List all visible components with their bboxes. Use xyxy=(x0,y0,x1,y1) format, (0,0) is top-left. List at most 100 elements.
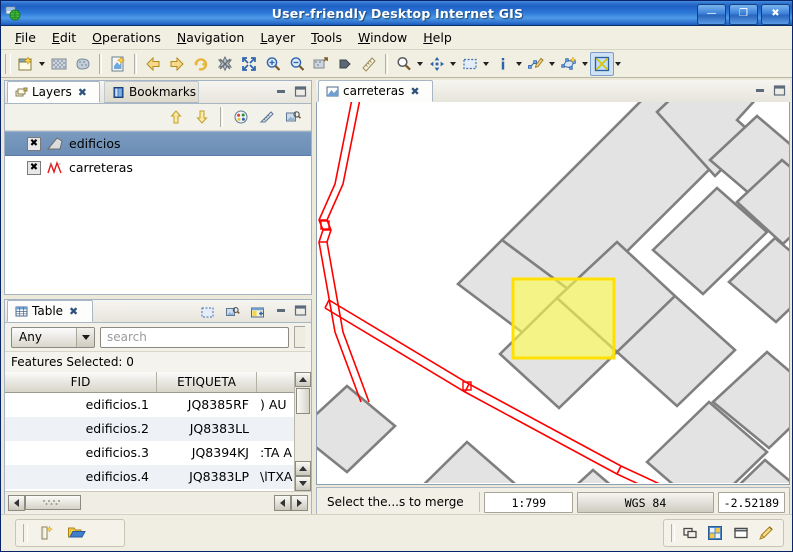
new-view-dropdown-caret[interactable] xyxy=(39,61,45,66)
table-row[interactable]: edificios.3 JQ8394KJ :TA A xyxy=(5,441,295,465)
map-canvas[interactable] xyxy=(316,102,790,485)
menu-edit[interactable]: Edit xyxy=(44,28,84,47)
new-window-icon[interactable] xyxy=(732,521,750,545)
table-row[interactable]: edificios.4 JQ8383LP \lTXA xyxy=(5,465,295,489)
minimize-button[interactable]: — xyxy=(697,4,726,25)
insert-geometry-dropdown-caret[interactable] xyxy=(582,61,588,66)
info-tool-dropdown-caret[interactable] xyxy=(516,61,522,66)
zoom-out-icon[interactable] xyxy=(285,52,309,76)
project-manager-icon[interactable] xyxy=(706,521,726,545)
raster-layer-icon[interactable] xyxy=(47,52,71,76)
layer-properties-icon[interactable] xyxy=(229,105,253,129)
layer-legend-icon[interactable] xyxy=(255,105,279,129)
h-scroll-thumb[interactable] xyxy=(25,495,81,510)
bottom-right-tray-grip[interactable] xyxy=(671,524,676,542)
layer-visibility-checkbox-edificios[interactable]: ✖ xyxy=(27,136,41,151)
map-view-maximize-button[interactable] xyxy=(773,84,786,97)
insert-geometry-icon[interactable] xyxy=(557,52,581,76)
vector-layer-icon[interactable] xyxy=(71,52,95,76)
zoom-in-icon[interactable] xyxy=(261,52,285,76)
inner-scroll-down-button[interactable] xyxy=(295,476,311,491)
menu-layer[interactable]: Layer xyxy=(252,28,303,47)
previous-extent-icon[interactable] xyxy=(141,52,165,76)
new-view-icon[interactable] xyxy=(14,52,38,76)
status-scale[interactable]: 1:799 xyxy=(484,491,574,513)
toolbar-grip[interactable] xyxy=(5,53,11,74)
menu-tools[interactable]: Tools xyxy=(303,28,350,47)
tab-layers[interactable]: Layers ✖ xyxy=(7,81,100,103)
column-header-etiqueta[interactable]: ETIQUETA xyxy=(157,372,257,392)
column-header-fid[interactable]: FID xyxy=(5,372,157,392)
info-tool-icon[interactable] xyxy=(491,52,515,76)
column-header-extra[interactable] xyxy=(257,372,295,392)
zoom-tool-icon[interactable] xyxy=(392,52,416,76)
zoom-to-layer-icon[interactable] xyxy=(281,105,305,129)
h-scroll-left-button[interactable] xyxy=(8,494,25,511)
search-input[interactable]: search xyxy=(100,326,289,348)
open-project-icon[interactable] xyxy=(64,521,88,545)
table-row[interactable]: edificios.5 JQ8384KH :TA A xyxy=(5,489,295,491)
zoom-full-extent-icon[interactable] xyxy=(237,52,261,76)
measure-icon[interactable] xyxy=(357,52,381,76)
tab-bookmarks[interactable]: Bookmarks xyxy=(104,81,199,103)
new-bookmark-icon[interactable] xyxy=(34,521,58,545)
tab-layers-close-icon[interactable]: ✖ xyxy=(78,86,87,99)
bottom-left-tray-grip[interactable] xyxy=(23,524,28,542)
new-document-icon[interactable] xyxy=(106,52,130,76)
table-panel-minimize-button[interactable] xyxy=(275,304,288,317)
table-horizontal-scrollbar[interactable] xyxy=(5,491,311,513)
h-scroll-right-button[interactable] xyxy=(291,494,308,511)
tab-table[interactable]: Table ✖ xyxy=(7,300,93,322)
tile-windows-icon[interactable] xyxy=(681,521,699,545)
move-layer-down-icon[interactable] xyxy=(190,105,214,129)
select-all-rows-icon[interactable] xyxy=(197,302,217,322)
scroll-thumb[interactable] xyxy=(296,388,310,414)
pan-tool-dropdown-caret[interactable] xyxy=(450,61,456,66)
search-options-button[interactable] xyxy=(294,326,305,348)
table-inner-vertical-scrollbar[interactable] xyxy=(295,461,311,491)
h-scroll-left-button-right[interactable] xyxy=(274,494,291,511)
modify-geometry-icon[interactable] xyxy=(590,51,614,76)
scroll-up-button[interactable] xyxy=(295,372,311,387)
tab-map-close-icon[interactable]: ✖ xyxy=(410,85,419,98)
menu-file[interactable]: File xyxy=(7,28,44,47)
pan-tool-icon[interactable] xyxy=(425,52,449,76)
clear-selection-icon[interactable] xyxy=(213,52,237,76)
zoom-tool-dropdown-caret[interactable] xyxy=(417,61,423,66)
zoom-to-selection-icon[interactable] xyxy=(309,52,333,76)
zoom-to-selection-icon[interactable] xyxy=(222,302,242,322)
layers-panel-minimize-button[interactable] xyxy=(275,85,288,98)
inner-scroll-up-button[interactable] xyxy=(295,461,311,476)
next-extent-icon[interactable] xyxy=(165,52,189,76)
tab-table-close-icon[interactable]: ✖ xyxy=(69,305,78,318)
refresh-icon[interactable] xyxy=(189,52,213,76)
pan-icon[interactable] xyxy=(333,52,357,76)
select-rectangle-icon[interactable] xyxy=(458,52,482,76)
menu-navigation[interactable]: Navigation xyxy=(169,28,252,47)
menu-window[interactable]: Window xyxy=(350,28,415,47)
add-field-icon[interactable] xyxy=(247,302,267,322)
close-button[interactable]: ✖ xyxy=(761,4,790,25)
layer-row-carreteras[interactable]: ✖ carreteras xyxy=(5,156,311,179)
move-layer-up-icon[interactable] xyxy=(164,105,188,129)
chevron-down-icon[interactable] xyxy=(76,327,94,347)
table-row[interactable]: edificios.1 JQ8385RF ) AU xyxy=(5,393,295,417)
select-rectangle-dropdown-caret[interactable] xyxy=(483,61,489,66)
filter-field-combo[interactable]: Any xyxy=(11,326,95,348)
status-projection[interactable]: WGS 84 xyxy=(577,491,714,513)
menu-operations[interactable]: Operations xyxy=(84,28,169,47)
maximize-button[interactable]: ❐ xyxy=(729,4,758,25)
theme-icon[interactable] xyxy=(756,521,776,545)
table-panel-toolbar xyxy=(197,302,267,322)
menu-help[interactable]: Help xyxy=(415,28,460,47)
layer-row-edificios[interactable]: ✖ edificios xyxy=(5,131,311,156)
tab-map-carreteras[interactable]: carreteras ✖ xyxy=(318,80,433,102)
table-row[interactable]: edificios.2 JQ8383LL xyxy=(5,417,295,441)
layers-panel-maximize-button[interactable] xyxy=(294,85,307,98)
edit-vertex-dropdown-caret[interactable] xyxy=(549,61,555,66)
edit-vertex-icon[interactable] xyxy=(524,52,548,76)
table-panel-maximize-button[interactable] xyxy=(294,304,307,317)
map-view-minimize-button[interactable] xyxy=(754,84,767,97)
modify-geometry-dropdown-caret[interactable] xyxy=(615,61,621,66)
layer-visibility-checkbox-carreteras[interactable]: ✖ xyxy=(27,160,41,175)
